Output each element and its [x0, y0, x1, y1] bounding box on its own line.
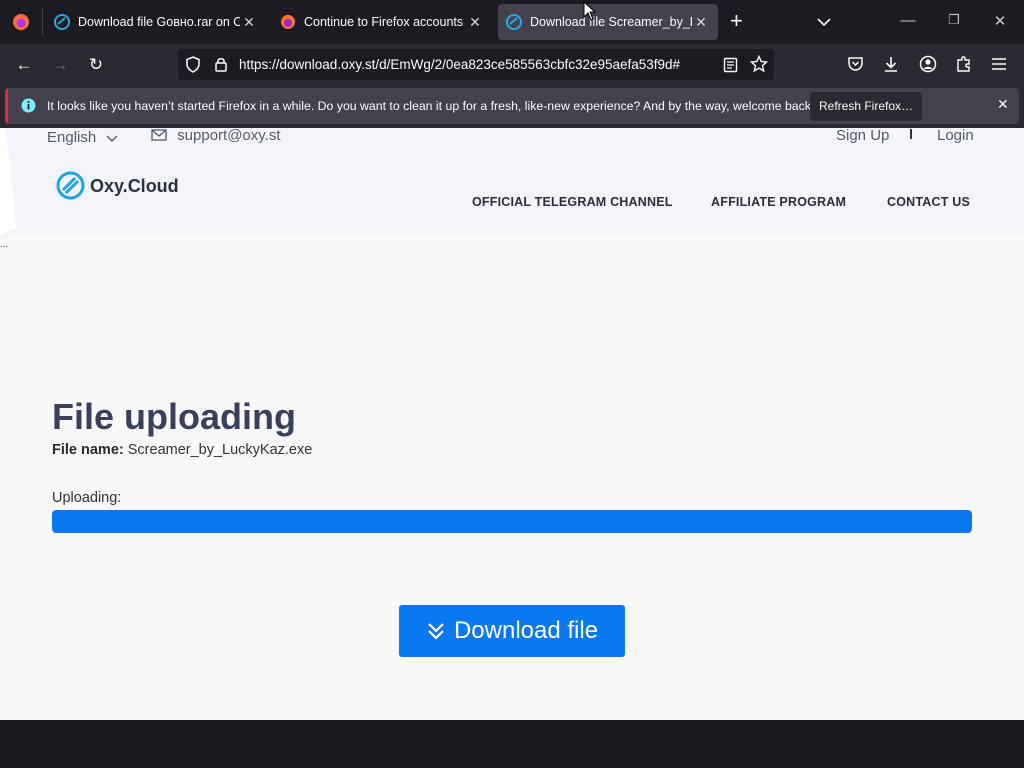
new-tab-icon[interactable]: +: [730, 10, 743, 32]
tab-oxy-gavno[interactable]: Download file Gовно.rar on Ox ✕: [46, 4, 266, 40]
close-tab-icon[interactable]: ✕: [692, 14, 710, 31]
nav-telegram-channel[interactable]: OFFICIAL TELEGRAM CHANNEL: [472, 195, 673, 209]
window-close-icon[interactable]: ✕: [990, 12, 1010, 30]
site-header: English support@oxy.st Sign Up Login Oxy…: [0, 128, 1024, 236]
file-name-value: Screamer_by_LuckyKaz.exe: [127, 442, 313, 458]
oxy-favicon-icon: [506, 14, 522, 30]
extensions-icon[interactable]: [955, 55, 972, 78]
firefox-favicon-icon: [280, 14, 296, 30]
web-page: English support@oxy.st Sign Up Login Oxy…: [0, 128, 1024, 720]
bookmark-star-icon[interactable]: [749, 54, 769, 78]
notification-text: It looks like you haven’t started Firefo…: [47, 99, 815, 113]
upload-progress-bar: [52, 510, 972, 533]
lock-icon[interactable]: [214, 56, 228, 78]
pocket-icon[interactable]: [847, 56, 864, 77]
tab-title: Continue to Firefox accounts: [304, 15, 464, 29]
reload-icon[interactable]: ↻: [85, 54, 107, 76]
navigation-toolbar: ← → ↻ https://download.oxy.st/d/EmWg/2/0…: [0, 44, 1024, 85]
file-name-row: File name: Screamer_by_LuckyKaz.exe: [52, 442, 312, 458]
tab-oxy-screamer[interactable]: Download file Screamer_by_Lu ✕: [498, 4, 718, 40]
tab-title: Download file Screamer_by_Lu: [530, 15, 692, 29]
forward-icon[interactable]: →: [49, 54, 71, 76]
nav-affiliate-program[interactable]: AFFILIATE PROGRAM: [711, 195, 846, 209]
back-icon[interactable]: ←: [13, 54, 35, 76]
page-title: File uploading: [52, 396, 296, 437]
double-chevron-down-icon: [426, 621, 446, 641]
tab-firefox-accounts[interactable]: Continue to Firefox accounts ✕: [272, 4, 492, 40]
uploading-label: Uploading:: [52, 490, 122, 506]
oxy-cloud-logo-icon[interactable]: [56, 171, 85, 205]
close-tab-icon[interactable]: ✕: [240, 14, 258, 31]
downloads-icon[interactable]: [883, 55, 899, 78]
header-divider: [910, 129, 912, 139]
shield-icon[interactable]: [185, 56, 201, 78]
chevron-down-icon: [106, 130, 118, 147]
tab-title: Download file Gовно.rar on Ox: [78, 15, 240, 29]
login-link[interactable]: Login: [937, 128, 974, 144]
minimize-icon[interactable]: —: [898, 12, 918, 29]
page-footer: [0, 720, 1024, 768]
url-bar[interactable]: https://download.oxy.st/d/EmWg/2/0ea823c…: [178, 49, 774, 80]
upload-progress-fill: [52, 510, 972, 533]
mouse-cursor-icon: [583, 0, 597, 26]
refresh-firefox-button[interactable]: Refresh Firefox…: [810, 92, 922, 121]
notification-bar: It looks like you haven’t started Firefo…: [0, 85, 1024, 128]
sign-up-link[interactable]: Sign Up: [836, 128, 889, 144]
language-label: English: [47, 129, 97, 146]
url-text[interactable]: https://download.oxy.st/d/EmWg/2/0ea823c…: [239, 57, 680, 72]
oxy-favicon-icon: [54, 14, 70, 30]
nav-contact-us[interactable]: CONTACT US: [887, 195, 970, 209]
reader-view-icon[interactable]: [723, 57, 738, 78]
language-selector[interactable]: English: [47, 129, 118, 147]
info-icon: [21, 98, 36, 118]
site-logo[interactable]: Oxy.Cloud: [90, 176, 179, 197]
side-mark: ...: [0, 239, 9, 250]
tab-bar: Download file Gовно.rar on Ox ✕ Continue…: [0, 0, 1024, 44]
close-notification-icon[interactable]: ✕: [997, 96, 1009, 113]
restore-icon[interactable]: ❐: [944, 12, 964, 28]
support-email-link[interactable]: support@oxy.st: [151, 128, 281, 145]
mail-icon: [151, 128, 167, 145]
download-button-label: Download file: [453, 617, 599, 644]
header-decoration: [0, 128, 20, 236]
menu-icon[interactable]: [991, 57, 1007, 76]
support-email: support@oxy.st: [177, 128, 281, 144]
firefox-view-icon[interactable]: [12, 13, 30, 31]
notification-box: It looks like you haven’t started Firefo…: [5, 88, 1019, 124]
file-name-label: File name:: [52, 442, 124, 458]
account-icon[interactable]: [919, 55, 937, 78]
download-file-button[interactable]: Download file: [399, 605, 625, 657]
list-tabs-chevron-icon[interactable]: [817, 14, 831, 32]
close-tab-icon[interactable]: ✕: [466, 14, 484, 31]
